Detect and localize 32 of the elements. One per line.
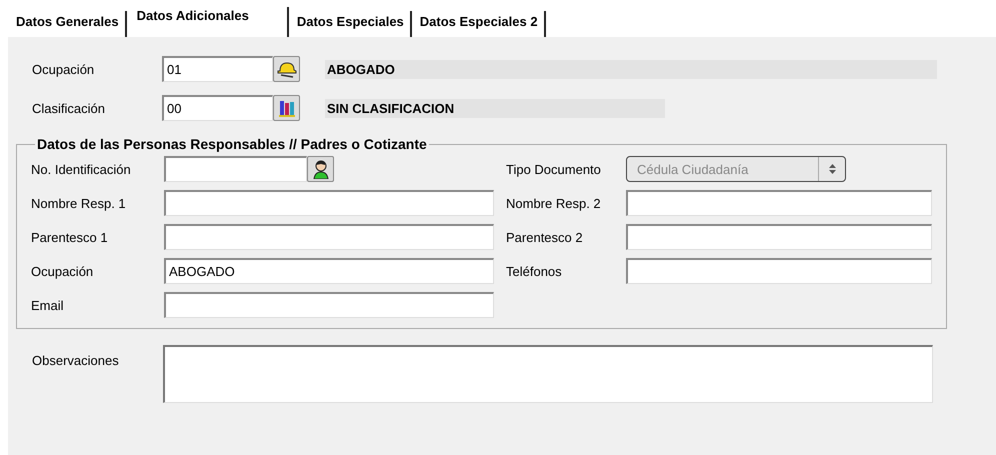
input-field[interactable]: 00 [162, 95, 273, 121]
input-field[interactable] [164, 190, 494, 216]
input-field[interactable] [626, 224, 932, 250]
field-label: Parentesco 1 [31, 230, 109, 244]
lookup-button[interactable] [273, 95, 300, 121]
books-icon [276, 98, 296, 118]
lookup-button[interactable] [273, 56, 300, 82]
person-icon [312, 159, 330, 179]
description-text: SIN CLASIFICACION [325, 98, 665, 118]
field-label: Tipo Documento [506, 162, 602, 176]
input-field[interactable]: ABOGADO [164, 258, 494, 284]
lookup-button[interactable] [307, 156, 334, 182]
spinner-arrows-icon [828, 163, 836, 175]
field-label: Nombre Resp. 1 [31, 196, 127, 210]
field-label: Nombre Resp. 2 [506, 196, 602, 210]
field-label: Parentesco 2 [506, 230, 584, 244]
field-label: Email [31, 298, 65, 312]
field-label: Ocupación [32, 62, 96, 76]
field-label: No. Identificación [31, 162, 132, 176]
input-field[interactable] [164, 224, 494, 250]
input-field[interactable] [626, 190, 932, 216]
notes-field[interactable] [163, 345, 933, 403]
field-label: Teléfonos [506, 264, 563, 278]
field-label: Clasificación [32, 100, 106, 116]
description-text: ABOGADO [325, 60, 937, 78]
input-field[interactable]: 01 [162, 56, 273, 82]
input-field[interactable] [164, 292, 494, 318]
input-field[interactable] [164, 156, 307, 182]
group-title: Datos de las Personas Responsables // Padres o Cotizante [36, 136, 428, 152]
field-label: Observaciones [32, 352, 120, 370]
field-label: Ocupación [31, 264, 94, 278]
input-field[interactable] [626, 258, 932, 284]
